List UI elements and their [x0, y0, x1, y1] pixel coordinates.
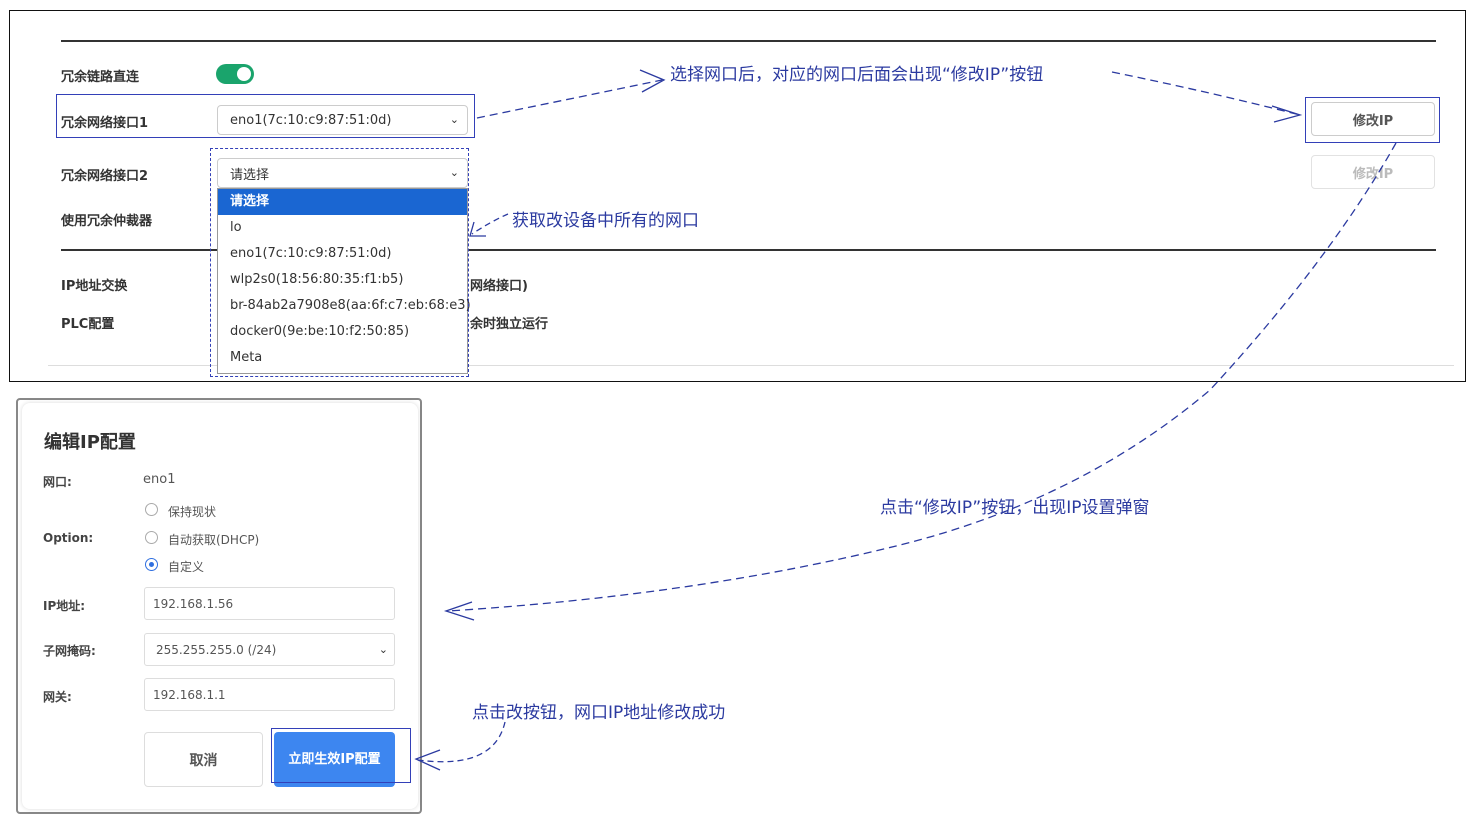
port-value: eno1 — [143, 472, 176, 487]
radio-keep-current-label: 保持现状 — [168, 505, 217, 519]
annotation-select-port: 选择网口后，对应的网口后面会出现“修改IP”按钮 — [670, 65, 1044, 85]
mask-label: 子网掩码: — [43, 644, 96, 658]
chevron-down-icon: ⌄ — [378, 642, 388, 656]
port-label: 网口: — [43, 475, 72, 489]
annotation-click-apply: 点击改按钮，网口IP地址修改成功 — [472, 703, 726, 723]
cancel-button[interactable]: 取消 — [144, 732, 263, 787]
option-label: Option: — [43, 531, 94, 545]
ip-address-value: 192.168.1.56 — [153, 596, 234, 611]
radio-dhcp-label: 自动获取(DHCP) — [168, 533, 260, 547]
apply-highlight-box — [271, 728, 411, 783]
plc-value: 余时独立运行 — [470, 317, 549, 332]
gateway-label: 网关: — [43, 690, 72, 704]
arbiter-label: 使用冗余仲裁器 — [61, 214, 153, 229]
interface1-highlight-box — [56, 94, 475, 138]
ip-address-input[interactable]: 192.168.1.56 — [144, 587, 395, 620]
gateway-value: 192.168.1.1 — [153, 687, 226, 702]
modify-ip-highlight-box — [1305, 97, 1440, 143]
gateway-input[interactable]: 192.168.1.1 — [144, 678, 395, 711]
dropdown-highlight-box — [210, 148, 469, 377]
modal-title: 编辑IP配置 — [44, 432, 136, 453]
section-divider — [61, 40, 1436, 42]
subnet-mask-value: 255.255.255.0 (/24) — [156, 642, 277, 657]
arrowhead-icon — [443, 601, 475, 621]
radio-keep-current[interactable] — [145, 503, 158, 516]
subnet-mask-select[interactable]: 255.255.255.0 (/24) ⌄ — [144, 633, 395, 666]
modify-ip-button-disabled: 修改IP — [1311, 155, 1435, 189]
redundant-direct-label: 冗余链路直连 — [61, 70, 140, 85]
annotation-click-modify: 点击“修改IP”按钮，出现IP设置弹窗 — [880, 498, 1150, 518]
radio-custom[interactable] — [145, 558, 158, 571]
plc-label: PLC配置 — [61, 317, 115, 332]
ip-swap-value: 网络接口) — [470, 279, 528, 294]
radio-dhcp[interactable] — [145, 531, 158, 544]
interface2-label: 冗余网络接口2 — [61, 169, 149, 184]
ip-label: IP地址: — [43, 599, 86, 613]
arrow-to-apply-button — [417, 721, 506, 763]
redundant-direct-toggle[interactable] — [216, 64, 254, 84]
radio-custom-label: 自定义 — [168, 560, 205, 574]
ip-swap-label: IP地址交换 — [61, 279, 128, 294]
toggle-knob — [237, 67, 251, 81]
annotation-get-ports: 获取改设备中所有的网口 — [512, 211, 699, 231]
